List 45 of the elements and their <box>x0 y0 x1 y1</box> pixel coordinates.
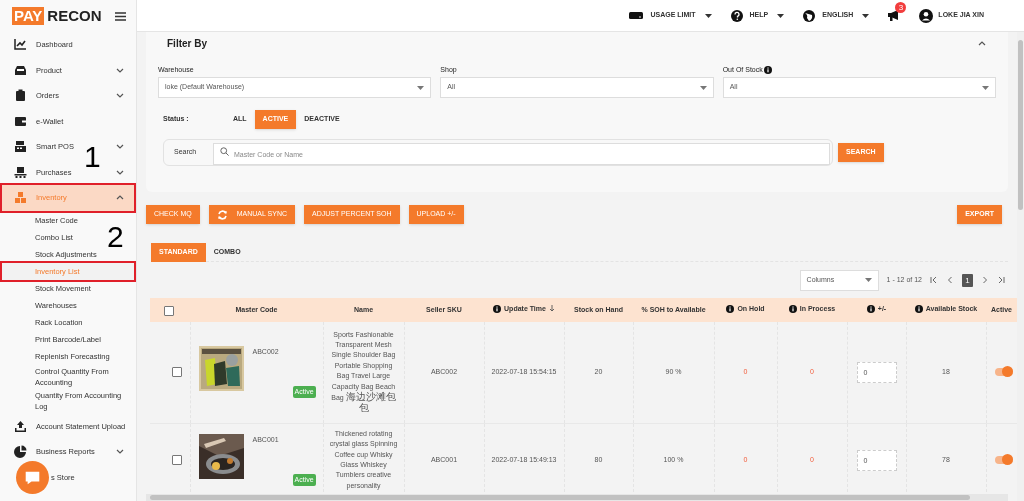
sort-arrow-icon[interactable] <box>548 305 555 313</box>
caret-icon <box>862 13 870 18</box>
annotation-number: 1 <box>84 141 101 173</box>
globe-icon <box>802 8 817 23</box>
info-icon <box>763 66 772 74</box>
sync-icon <box>216 209 228 220</box>
row-checkbox[interactable] <box>171 454 182 465</box>
info-icon <box>914 304 923 313</box>
info-icon <box>788 304 797 313</box>
row-checkbox[interactable] <box>171 367 182 378</box>
info-icon <box>726 304 735 313</box>
toggle-switch[interactable] <box>994 455 1013 464</box>
help-icon <box>729 8 744 23</box>
annotation-number: 2 <box>107 221 124 253</box>
horizontal-scrollbar[interactable] <box>146 494 1008 501</box>
menu-icon[interactable] <box>115 11 126 21</box>
logo: PAY RECON <box>12 7 102 25</box>
cash-register-icon <box>14 140 27 154</box>
page-button[interactable]: 1 <box>962 273 973 287</box>
filter-title: Filter By <box>167 36 207 51</box>
caret-icon <box>704 13 712 18</box>
caret-icon <box>417 85 425 90</box>
pallet-icon <box>14 165 27 179</box>
caret-icon <box>982 85 989 90</box>
upload-icon <box>14 419 27 433</box>
clipboard-icon <box>14 89 27 103</box>
chat-icon[interactable] <box>16 461 49 494</box>
caret-icon <box>864 278 872 282</box>
notification-badge: 3 <box>895 2 907 13</box>
caret-icon <box>699 85 707 90</box>
wallet-icon <box>14 114 27 128</box>
info-icon <box>493 304 502 313</box>
first-page-icon[interactable] <box>930 276 938 284</box>
collapse-icon[interactable] <box>978 40 986 46</box>
boxes-icon <box>14 191 27 205</box>
info-icon <box>866 304 875 313</box>
search-icon <box>220 146 229 156</box>
caret-icon <box>777 13 785 18</box>
last-page-icon[interactable] <box>997 276 1005 284</box>
pie-chart-icon <box>14 445 27 459</box>
chart-icon <box>14 38 27 52</box>
select-all-checkbox[interactable] <box>164 305 174 316</box>
toggle-switch[interactable] <box>994 367 1013 376</box>
tray-icon <box>14 63 27 77</box>
user-avatar-icon <box>919 8 934 23</box>
